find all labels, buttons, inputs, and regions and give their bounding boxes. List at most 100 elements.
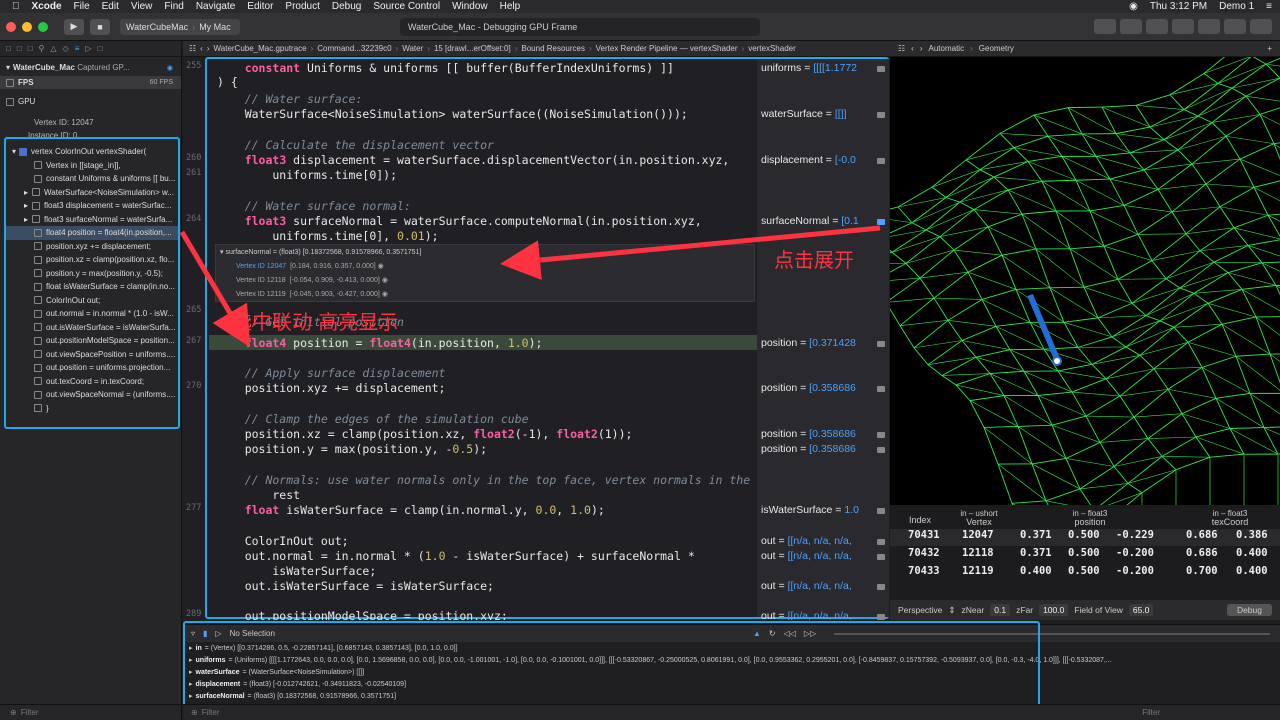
line-number[interactable]: 277 <box>186 503 201 513</box>
toggle-debug-area-button[interactable] <box>1224 19 1246 34</box>
code-line[interactable]: ) { <box>217 75 238 89</box>
quick-look-icon[interactable] <box>877 614 885 620</box>
code-line[interactable]: // Apply surface displacement <box>217 366 446 380</box>
add-editor-icon[interactable]: + <box>1267 44 1272 53</box>
quick-look-icon[interactable] <box>877 112 885 118</box>
nav-fps-row[interactable]: FPS 60 FPS <box>0 76 181 89</box>
search-icon[interactable]: ⚲ <box>39 44 45 53</box>
menu-debug[interactable]: Debug <box>332 1 361 12</box>
table-row[interactable]: 70433 12119 0.400 0.500 -0.200 0.700 0.400 <box>890 565 1280 582</box>
hide-debug-area-icon[interactable]: ▿ <box>191 629 195 638</box>
user-name[interactable]: Demo 1 <box>1219 1 1254 12</box>
menu-list-icon[interactable]: ≡ <box>1266 1 1272 12</box>
line-number[interactable]: 261 <box>186 168 201 178</box>
apple-icon[interactable]:  <box>12 1 20 12</box>
jump-vertex-shader[interactable]: vertexShader <box>748 44 796 53</box>
debug-icon[interactable]: ≡ <box>75 44 80 53</box>
tree-item[interactable]: out.positionModelSpace = position... <box>6 334 178 348</box>
related-items-icon[interactable]: ☷ <box>189 44 196 53</box>
report-icon[interactable]: □ <box>98 44 103 53</box>
tree-item[interactable]: position.y = max(position.y, -0.5); <box>6 267 178 281</box>
jump-pipeline[interactable]: Vertex Render Pipeline — vertexShader <box>596 44 738 53</box>
quick-look-icon[interactable] <box>877 554 885 560</box>
line-number[interactable]: 289 <box>186 609 201 619</box>
tree-item[interactable]: Vertex in [[stage_in]], <box>6 159 178 173</box>
quick-look-icon[interactable] <box>877 158 885 164</box>
menu-app[interactable]: Xcode <box>32 1 62 12</box>
value-preview[interactable]: surfaceNormal = [0.1 <box>761 215 859 227</box>
menu-source-control[interactable]: Source Control <box>373 1 440 12</box>
tree-function-row[interactable]: ▾ vertex ColorInOut vertexShader( <box>6 145 178 159</box>
menu-edit[interactable]: Edit <box>102 1 119 12</box>
value-preview[interactable]: waterSurface = [[]] <box>761 108 847 120</box>
selected-vertex[interactable] <box>1052 356 1062 366</box>
zoom-window-button[interactable] <box>38 21 48 32</box>
minimize-window-button[interactable] <box>22 21 32 32</box>
step-forward-icon[interactable]: ▷▷ <box>804 629 816 638</box>
quick-look-icon[interactable] <box>877 508 885 514</box>
code-line[interactable]: // Clamp the edges of the simulation cub… <box>217 412 529 426</box>
toggle-inspector-button[interactable] <box>1250 19 1272 34</box>
tree-item[interactable]: ▸ float3 displacement = waterSurfac... <box>6 199 178 213</box>
navigator-filter[interactable]: ⊕ Filter <box>0 704 182 720</box>
breakpoint-icon[interactable]: ▷ <box>85 44 91 53</box>
tree-item[interactable]: out.isWaterSurface = isWaterSurfa... <box>6 321 178 335</box>
tree-item[interactable]: ▸ WaterSurface<NoiseSimulation> w... <box>6 186 178 200</box>
tree-item[interactable]: out.viewSpacePosition = uniforms.... <box>6 348 178 362</box>
quick-look-icon[interactable] <box>877 386 885 392</box>
breakpoints-toggle-icon[interactable]: ▮ <box>203 629 207 638</box>
folder-icon[interactable]: □ <box>6 44 11 53</box>
value-preview[interactable]: displacement = [-0.0 <box>761 154 856 166</box>
code-line[interactable]: position.xyz += displacement; <box>217 381 446 395</box>
scheme-selector[interactable]: WaterCubeMac › My Mac <box>120 18 240 35</box>
jump-geometry[interactable]: Geometry <box>979 44 1014 53</box>
issue-icon[interactable]: △ <box>50 44 56 53</box>
code-line[interactable]: out.normal = in.normal * (1.0 - isWaterS… <box>217 549 695 563</box>
popup-header[interactable]: ▾ surfaceNormal = (float3) [0.18372568, … <box>220 248 421 256</box>
tree-item[interactable]: out.normal = in.normal * (1.0 - isW... <box>6 307 178 321</box>
tree-item[interactable]: float4 position = float4(in.position,... <box>6 226 178 240</box>
reload-icon[interactable]: ↻ <box>769 629 776 638</box>
run-button[interactable]: ▶ <box>64 18 84 35</box>
value-preview[interactable]: position = [0.358686 <box>761 428 856 440</box>
jump-water[interactable]: Water <box>402 44 423 53</box>
editor-version-button[interactable] <box>1172 19 1194 34</box>
close-window-button[interactable] <box>6 21 16 32</box>
value-preview[interactable]: position = [0.371428 <box>761 337 856 349</box>
back-button[interactable]: ‹ <box>200 44 203 53</box>
jump-command[interactable]: Command...32239c0 <box>317 44 391 53</box>
menu-editor[interactable]: Editor <box>247 1 273 12</box>
library-button[interactable] <box>1094 19 1116 34</box>
menu-window[interactable]: Window <box>452 1 488 12</box>
line-number[interactable]: 255 <box>186 61 201 71</box>
code-line[interactable]: WaterSurface<NoiseSimulation> waterSurfa… <box>217 107 688 121</box>
back-button[interactable]: ‹ <box>911 44 914 53</box>
nav-gpu-row[interactable]: GPU <box>0 95 181 108</box>
menu-navigate[interactable]: Navigate <box>196 1 235 12</box>
value-preview[interactable]: uniforms = [[[[1.1772 <box>761 62 857 74</box>
table-row[interactable]: 70431 12047 0.371 0.500 -0.229 0.686 0.386 <box>890 529 1280 546</box>
related-items-icon[interactable]: ☷ <box>898 44 905 53</box>
col-texcoord[interactable]: texCoord <box>1180 517 1280 527</box>
variable-row[interactable]: ▸ uniforms = (Uniforms) [[[[1.1772643, 0.0… <box>185 654 1280 666</box>
popup-row[interactable]: Vertex ID 12047 [0.184, 0.916, 0.357, 0.… <box>236 262 384 270</box>
quick-look-icon[interactable] <box>877 219 885 225</box>
forward-button[interactable]: › <box>207 44 210 53</box>
menu-help[interactable]: Help <box>500 1 521 12</box>
variable-row[interactable]: ▸ displacement = (float3) [-0.012742621, -… <box>185 678 1280 690</box>
code-line[interactable]: // Normals: use water normals only in th… <box>217 473 750 487</box>
value-preview[interactable]: out = [[n/a, n/a, n/a, <box>761 550 852 562</box>
code-line[interactable]: out.positionModelSpace = position.xyz; <box>217 609 508 620</box>
line-number[interactable]: 264 <box>186 214 201 224</box>
variables-filter[interactable]: Filter <box>202 708 220 717</box>
line-number[interactable]: 265 <box>186 305 201 315</box>
code-line[interactable]: // Calculate the displacement vector <box>217 138 494 152</box>
wifi-icon[interactable]: ◉ <box>1129 1 1138 12</box>
tree-item[interactable]: out.texCoord = in.texCoord; <box>6 375 178 389</box>
value-preview[interactable]: out = [[n/a, n/a, n/a, <box>761 580 852 592</box>
code-line[interactable]: uniforms.time[0]); <box>217 168 397 182</box>
forward-button[interactable]: › <box>920 44 923 53</box>
line-number[interactable]: 270 <box>186 381 201 391</box>
continue-icon[interactable]: ▷ <box>215 629 221 638</box>
water-mesh[interactable] <box>890 57 1280 505</box>
